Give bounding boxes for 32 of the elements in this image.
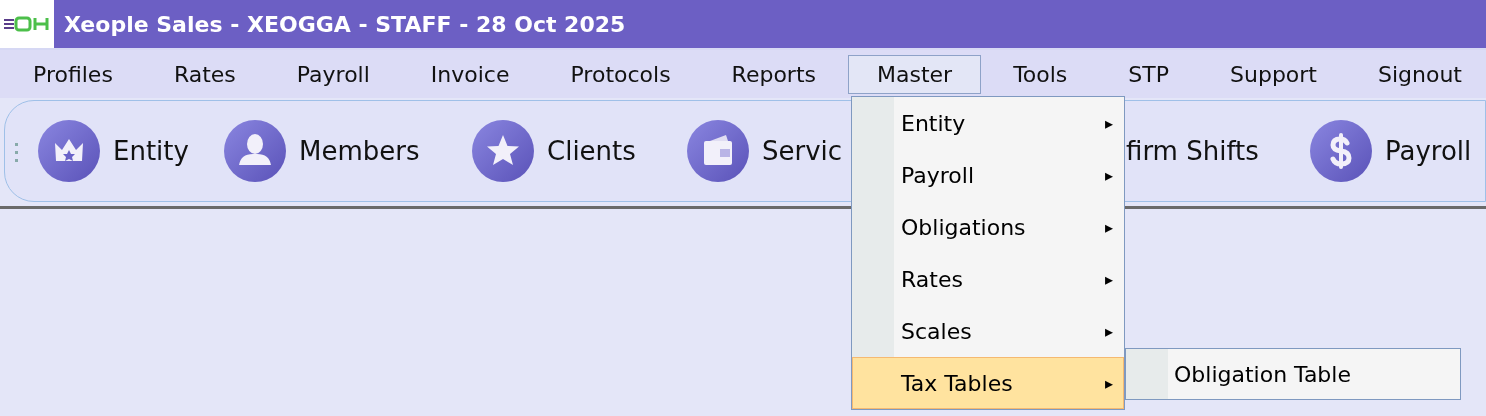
- window-title: Xeople Sales - XEOGGA - STAFF - 28 Oct 2025: [64, 11, 626, 37]
- dollar-icon: [1309, 119, 1373, 183]
- menu-item[interactable]: Rates: [144, 54, 265, 94]
- menu-option[interactable]: Obligation Table: [1174, 353, 1351, 395]
- toolbar-button[interactable]: firm Shifts: [1126, 136, 1259, 166]
- wallet-icon: [686, 119, 750, 183]
- toolbar-button[interactable]: Clients: [547, 136, 636, 166]
- person-icon: [223, 119, 287, 183]
- menu-item[interactable]: Protocols: [541, 54, 700, 94]
- menu-option[interactable]: Tax Tables ▸: [852, 357, 1124, 409]
- toolbar-button[interactable]: Servic: [762, 136, 843, 166]
- menu-item[interactable]: Payroll: [267, 54, 399, 94]
- menu-item[interactable]: Profiles: [4, 54, 142, 94]
- crown-icon: [37, 119, 101, 183]
- app-logo-icon: [0, 0, 54, 48]
- menu-item[interactable]: Tools: [984, 54, 1097, 94]
- grip-icon: [15, 143, 19, 163]
- menu-item[interactable]: Signout: [1349, 54, 1486, 94]
- menu-item[interactable]: STP: [1099, 54, 1198, 94]
- toolbar-button[interactable]: Members: [299, 136, 420, 166]
- toolbar-button[interactable]: Entity: [113, 136, 189, 166]
- menu-item[interactable]: Master: [848, 54, 982, 94]
- menu-option[interactable]: Rates ▸: [852, 253, 1124, 305]
- menu-item[interactable]: Invoice: [401, 54, 539, 94]
- toolbar-button[interactable]: Payroll: [1385, 136, 1472, 166]
- menu-option[interactable]: Payroll ▸: [852, 149, 1124, 201]
- menu-item[interactable]: Support: [1201, 54, 1346, 94]
- menu-option[interactable]: Entity ▸: [852, 97, 1124, 149]
- menu-option[interactable]: Scales ▸: [852, 305, 1124, 357]
- icon-gutter: [1126, 349, 1168, 399]
- menu-item[interactable]: Reports: [702, 54, 845, 94]
- menu-option[interactable]: Obligations ▸: [852, 201, 1124, 253]
